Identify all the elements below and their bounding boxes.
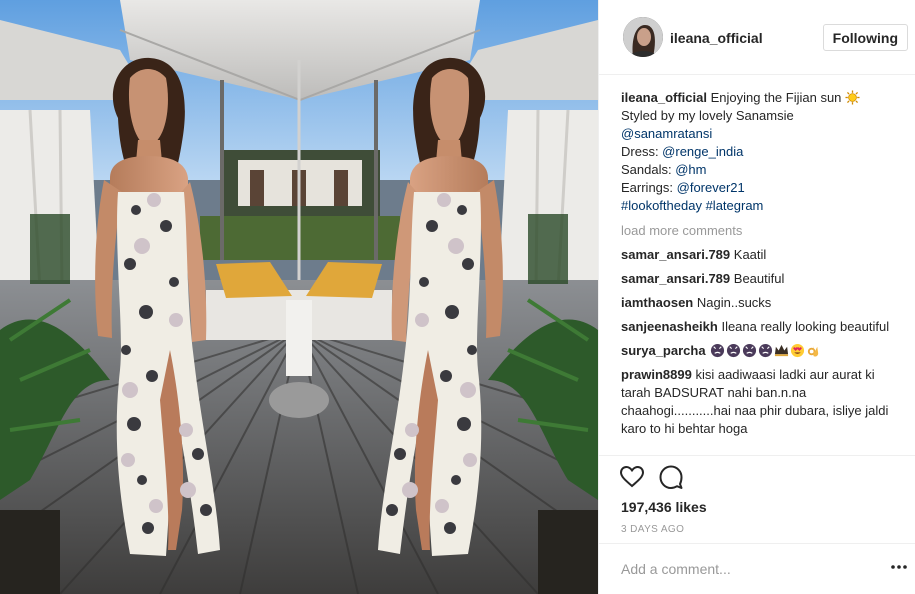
caption-username[interactable]: ileana_official: [621, 90, 707, 105]
mention-dress-link[interactable]: @renge_india: [662, 144, 743, 159]
heart-eyes-icon: [791, 343, 805, 358]
profile-photo-icon: [623, 17, 663, 57]
comment-row: surya_parcha: [621, 342, 901, 360]
crown-icon: [775, 344, 789, 357]
caption-text: Enjoying the Fijian sun: [710, 90, 842, 105]
comment-username[interactable]: surya_parcha: [621, 343, 706, 358]
sandals-label: Sandals:: [621, 162, 676, 177]
comment-username[interactable]: sanjeenasheikh: [621, 319, 718, 334]
load-more-comments-link[interactable]: load more comments: [621, 222, 901, 240]
mention-sandals-link[interactable]: @hm: [675, 162, 706, 177]
post-header: ileana_official Following: [599, 0, 915, 75]
comment-row: prawin8899 kisi aadiwaasi ladki aur aura…: [621, 366, 901, 438]
add-comment-input[interactable]: [621, 559, 861, 579]
post-sidebar: ileana_official Following ileana_officia…: [598, 0, 915, 594]
sun-emoji-icon: [845, 90, 860, 105]
comment-username[interactable]: samar_ansari.789: [621, 247, 730, 262]
comment-text: Ileana really looking beautiful: [721, 319, 890, 334]
comment-text: Kaatil: [733, 247, 767, 262]
hashtag-lategram-link[interactable]: #lategram: [706, 198, 764, 213]
ok-hand-icon: [808, 345, 819, 357]
comment-username[interactable]: samar_ansari.789: [621, 271, 730, 286]
likes-count[interactable]: 197,436 likes: [621, 499, 707, 515]
comment-text: Beautiful: [733, 271, 785, 286]
comment-icon[interactable]: [658, 464, 684, 490]
mention-earrings-link[interactable]: @forever21: [677, 180, 745, 195]
following-button[interactable]: Following: [822, 24, 908, 51]
comment-row: samar_ansari.789 Beautiful: [621, 270, 901, 288]
caption: ileana_official Enjoying the Fijian sun …: [621, 89, 901, 215]
avatar[interactable]: [623, 17, 663, 57]
comment-row: iamthaosen Nagin..sucks: [621, 294, 901, 312]
mirrored-dress-photo: [0, 0, 598, 594]
post-actions: 197,436 likes 3 DAYS AGO: [599, 455, 915, 543]
earrings-label: Earrings:: [621, 180, 677, 195]
post-photo[interactable]: [0, 0, 598, 594]
comment-row: samar_ansari.789 Kaatil: [621, 246, 901, 264]
comments-list: ileana_official Enjoying the Fijian sun …: [621, 89, 901, 455]
timestamp[interactable]: 3 DAYS AGO: [621, 524, 684, 535]
instagram-post: ileana_official Following ileana_officia…: [0, 0, 915, 594]
comment-username[interactable]: prawin8899: [621, 367, 692, 382]
angry-face-icon: [759, 343, 773, 358]
angry-face-icon: [743, 343, 757, 358]
caption-line-2: Styled by my lovely Sanamsie: [621, 108, 794, 123]
comment-row: sanjeenasheikh Ileana really looking bea…: [621, 318, 901, 336]
dress-label: Dress:: [621, 144, 663, 159]
comment-text: Nagin..sucks: [696, 295, 772, 310]
header-username[interactable]: ileana_official: [670, 30, 763, 46]
angry-face-icon: [727, 343, 741, 358]
mention-stylist-link[interactable]: @sanamratansi: [621, 126, 712, 141]
heart-icon[interactable]: [619, 464, 645, 490]
angry-face-icon: [711, 343, 725, 358]
more-options-icon[interactable]: [890, 558, 908, 576]
comment-username[interactable]: iamthaosen: [621, 295, 693, 310]
add-comment-bar: [599, 543, 915, 594]
hashtag-lookoftheday-link[interactable]: #lookoftheday: [621, 198, 702, 213]
comment-emojis: [709, 343, 821, 358]
